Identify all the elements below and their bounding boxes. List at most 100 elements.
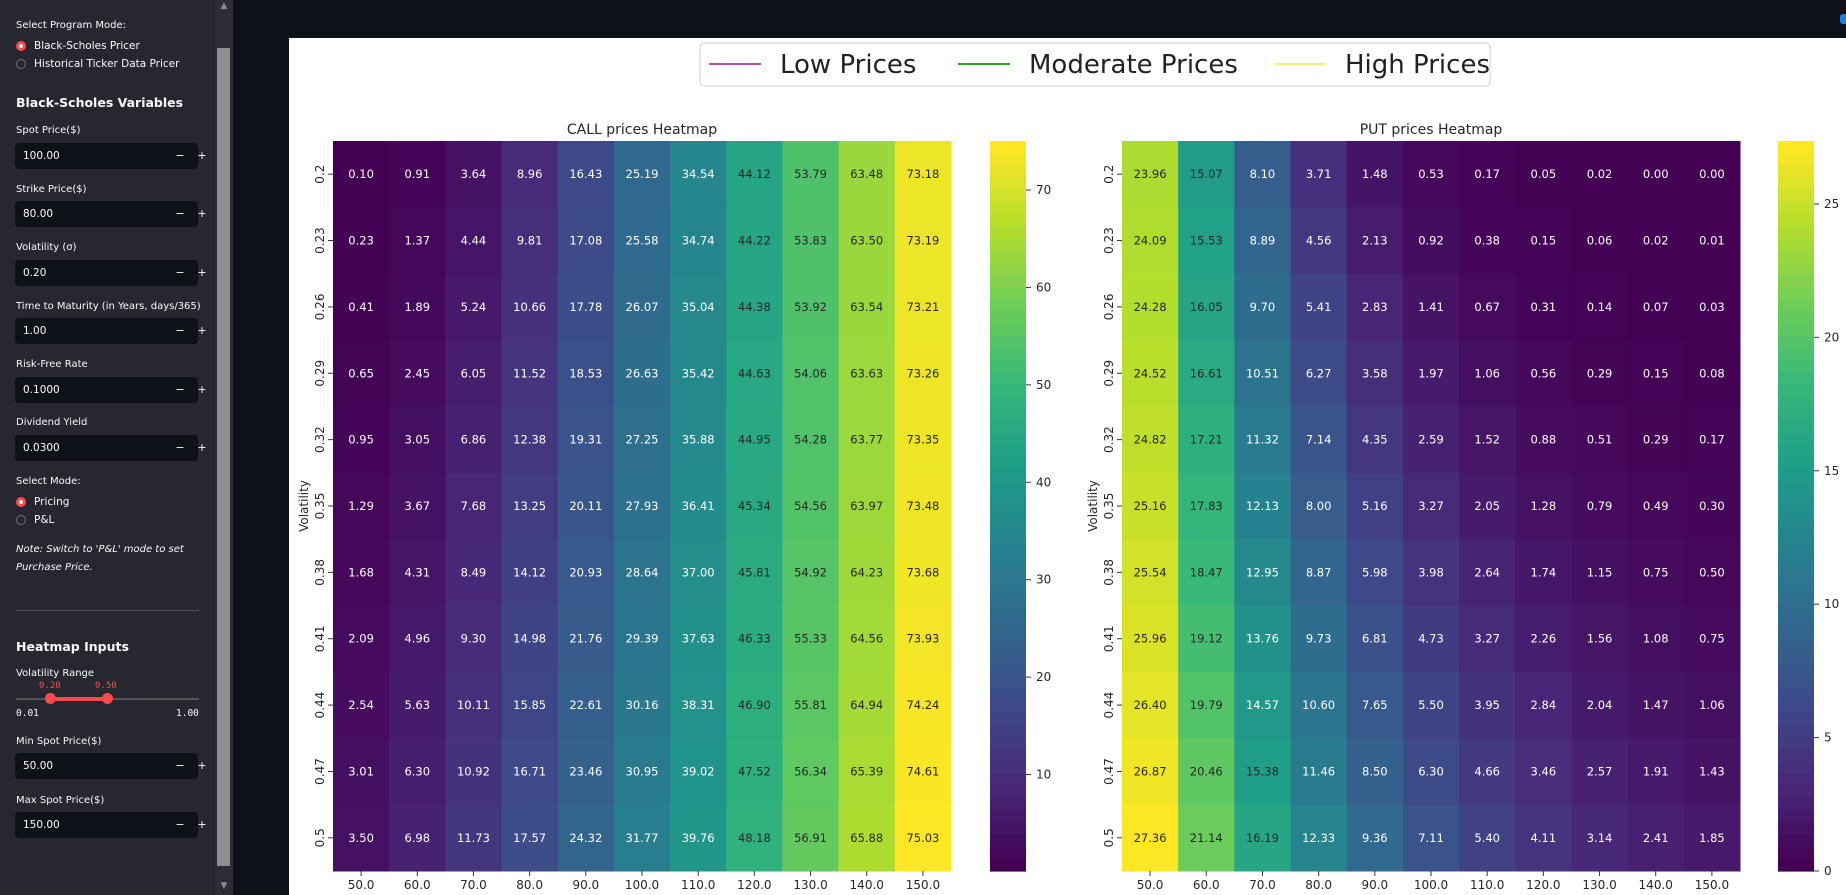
increment-button[interactable]: + xyxy=(190,435,214,461)
x-tick-label: 50.0 xyxy=(1137,878,1164,892)
input-value[interactable]: 150.00 xyxy=(23,812,60,838)
decrement-button[interactable]: − xyxy=(168,201,192,227)
legend-label-1: Moderate Prices xyxy=(1029,50,1238,80)
scroll-down-arrow-icon[interactable]: ▼ xyxy=(219,880,229,892)
radio-pricing[interactable]: Pricing xyxy=(16,494,69,510)
increment-button[interactable]: + xyxy=(190,377,214,403)
colorbar-segment xyxy=(1778,688,1814,702)
volatility-input[interactable]: 0.20 − + xyxy=(15,260,207,286)
decrement-button[interactable]: − xyxy=(168,318,192,344)
increment-button[interactable]: + xyxy=(190,201,214,227)
cell-value-label: 75.03 xyxy=(906,831,939,845)
x-tick-label: 80.0 xyxy=(1305,878,1332,892)
input-value[interactable]: 50.00 xyxy=(23,753,53,779)
risk-free-rate-input[interactable]: 0.1000 − + xyxy=(15,377,207,403)
colorbar-segment xyxy=(1778,798,1814,811)
cell-value-label: 34.74 xyxy=(682,234,715,248)
cell-value-label: 1.74 xyxy=(1531,565,1557,579)
colorbar-tick-label: 40 xyxy=(1036,475,1051,489)
cell-value-label: 0.17 xyxy=(1474,167,1500,181)
cell-value-label: 10.60 xyxy=(1302,698,1335,712)
cell-value-label: 1.06 xyxy=(1474,366,1500,380)
decrement-button[interactable]: − xyxy=(168,377,192,403)
cell-value-label: 36.41 xyxy=(682,499,715,513)
colorbar-segment xyxy=(1778,627,1814,641)
scroll-up-arrow-icon[interactable]: ▲ xyxy=(219,0,229,12)
colorbar-segment xyxy=(990,664,1026,677)
cell-value-label: 64.23 xyxy=(850,565,883,579)
cell-value-label: 9.81 xyxy=(517,234,543,248)
cell-value-label: 0.07 xyxy=(1643,300,1669,314)
cell-value-label: 17.78 xyxy=(569,300,602,314)
sidebar-scrollbar[interactable]: ▲ ▼ xyxy=(215,0,233,895)
cell-value-label: 1.29 xyxy=(348,499,374,513)
cell-value-label: 63.54 xyxy=(850,300,883,314)
slider-high-handle[interactable] xyxy=(102,693,113,704)
cell-value-label: 3.14 xyxy=(1587,831,1613,845)
y-tick-label: 0.35 xyxy=(1102,493,1116,520)
colorbar-segment xyxy=(990,530,1026,544)
slider-low-handle[interactable] xyxy=(45,693,56,704)
input-value[interactable]: 0.20 xyxy=(23,260,46,286)
time-to-maturity-input[interactable]: 1.00 − + xyxy=(15,318,207,344)
colorbar-segment xyxy=(990,639,1026,653)
decrement-button[interactable]: − xyxy=(168,753,192,779)
decrement-button[interactable]: − xyxy=(168,143,192,169)
cell-value-label: 16.71 xyxy=(513,764,546,778)
input-value[interactable]: 80.00 xyxy=(23,201,53,227)
increment-button[interactable]: + xyxy=(190,143,214,169)
cell-value-label: 1.68 xyxy=(348,565,374,579)
strike-price-input[interactable]: 80.00 − + xyxy=(15,201,207,227)
decrement-button[interactable]: − xyxy=(168,435,192,461)
cell-value-label: 25.58 xyxy=(626,234,659,248)
colorbar-segment xyxy=(1778,420,1814,434)
colorbar-segment xyxy=(1778,287,1814,300)
colorbar-segment xyxy=(1778,846,1814,860)
input-value[interactable]: 1.00 xyxy=(23,318,46,344)
x-tick-label: 150.0 xyxy=(906,878,940,892)
cell-value-label: 0.05 xyxy=(1531,167,1557,181)
radio-pnl[interactable]: P&L xyxy=(16,512,54,528)
colorbar-segment xyxy=(990,579,1026,592)
cell-value-label: 0.56 xyxy=(1531,366,1557,380)
increment-button[interactable]: + xyxy=(190,260,214,286)
decrement-button[interactable]: − xyxy=(168,812,192,838)
cell-value-label: 2.13 xyxy=(1362,234,1388,248)
cell-value-label: 20.11 xyxy=(569,499,602,513)
increment-button[interactable]: + xyxy=(190,812,214,838)
cell-value-label: 63.48 xyxy=(850,167,883,181)
radio-label: P&L xyxy=(34,514,55,526)
dividend-yield-input[interactable]: 0.0300 − + xyxy=(15,435,207,461)
cell-value-label: 16.05 xyxy=(1190,300,1223,314)
cell-value-label: 2.59 xyxy=(1418,433,1444,447)
colorbar-segment xyxy=(1778,384,1814,398)
cell-value-label: 3.27 xyxy=(1418,499,1444,513)
spot-price-input[interactable]: 100.00 − + xyxy=(15,143,207,169)
min-spot-price-input[interactable]: 50.00 − + xyxy=(15,753,207,779)
cell-value-label: 12.38 xyxy=(513,433,546,447)
colorbar-segment xyxy=(1778,737,1814,750)
cell-value-label: 0.29 xyxy=(1587,366,1613,380)
decrement-button[interactable]: − xyxy=(168,260,192,286)
scrollbar-thumb[interactable] xyxy=(217,48,230,866)
cell-value-label: 27.25 xyxy=(626,433,659,447)
increment-button[interactable]: + xyxy=(190,753,214,779)
colorbar-segment xyxy=(1778,481,1814,495)
increment-button[interactable]: + xyxy=(190,318,214,344)
radio-black-scholes-pricer[interactable]: Black-Scholes Pricer xyxy=(16,38,140,54)
cell-value-label: 0.51 xyxy=(1587,433,1613,447)
cell-value-label: 46.33 xyxy=(738,632,771,646)
heatmap-inputs-header: Heatmap Inputs xyxy=(16,639,129,654)
cell-value-label: 63.50 xyxy=(850,234,883,248)
cell-value-label: 14.98 xyxy=(513,632,546,646)
input-value[interactable]: 100.00 xyxy=(23,143,60,169)
cell-value-label: 73.21 xyxy=(906,300,939,314)
input-value[interactable]: 0.0300 xyxy=(23,435,60,461)
cell-value-label: 0.88 xyxy=(1531,433,1557,447)
cell-value-label: 8.00 xyxy=(1306,499,1332,513)
radio-historical-ticker-pricer[interactable]: Historical Ticker Data Pricer xyxy=(16,56,179,72)
colorbar-segment xyxy=(1778,226,1814,239)
colorbar-segment xyxy=(1778,554,1814,568)
max-spot-price-input[interactable]: 150.00 − + xyxy=(15,812,207,838)
input-value[interactable]: 0.1000 xyxy=(23,377,60,403)
